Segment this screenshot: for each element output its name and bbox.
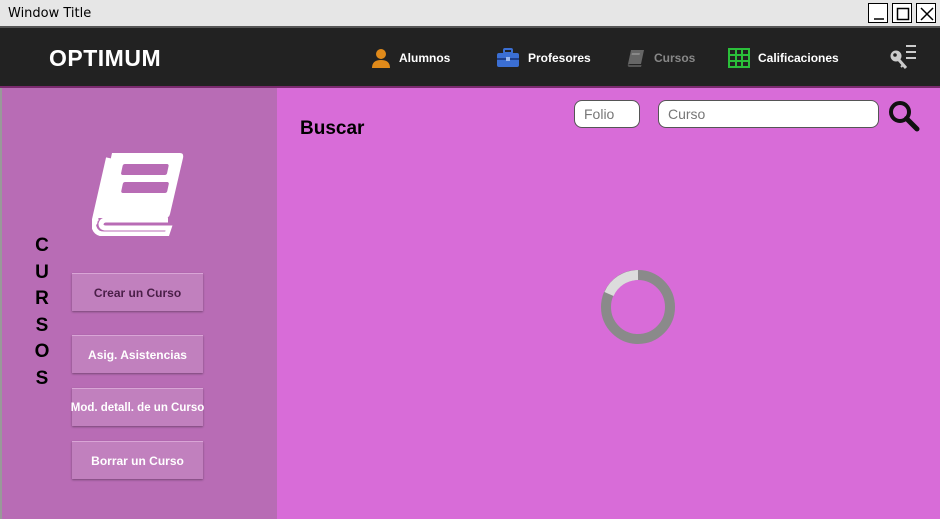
main-content: Buscar: [277, 88, 940, 519]
sidebar: CURSOS Crear un Curso Asig. Asistencias …: [0, 88, 277, 519]
create-course-button[interactable]: Crear un Curso: [72, 273, 203, 311]
folio-input[interactable]: [574, 100, 640, 128]
nav-item-profesores[interactable]: Profesores: [496, 46, 591, 70]
course-search-input[interactable]: [658, 100, 879, 128]
magnifier-icon: [889, 101, 920, 132]
nav-item-calificaciones[interactable]: Calificaciones: [728, 46, 839, 70]
settings-menu-button[interactable]: [888, 42, 918, 74]
nav-item-label: Calificaciones: [758, 51, 839, 65]
user-icon: [372, 49, 390, 68]
section-vertical-title: CURSOS: [34, 235, 50, 389]
maximize-icon: [896, 7, 910, 21]
maximize-button[interactable]: [892, 3, 912, 23]
minimize-button[interactable]: [868, 3, 888, 23]
window-title: Window Title: [8, 6, 92, 21]
brand-logo-text: OPTIMUM: [49, 45, 162, 71]
button-label: Crear un Curso: [93, 285, 182, 300]
minimize-icon: [874, 18, 884, 20]
assign-attendance-button[interactable]: Asig. Asistencias: [72, 335, 203, 373]
delete-course-button[interactable]: Borrar un Curso: [72, 441, 203, 479]
book-icon: [627, 50, 644, 67]
button-label: Borrar un Curso: [91, 453, 184, 468]
close-button[interactable]: [916, 3, 936, 23]
nav-item-cursos[interactable]: Cursos: [626, 46, 695, 70]
key-menu-icon: [890, 45, 916, 69]
search-button[interactable]: [888, 100, 920, 132]
window-titlebar: Window Title: [0, 0, 940, 28]
nav-item-alumnos[interactable]: Alumnos: [371, 46, 450, 70]
nav-item-label: Cursos: [654, 51, 696, 65]
button-label: Mod. detall. de un Curso: [70, 401, 205, 414]
button-label: Asig. Asistencias: [88, 347, 187, 362]
briefcase-icon: [497, 48, 519, 67]
book-icon: [92, 153, 184, 236]
spinner-icon: [601, 270, 675, 344]
search-heading: Buscar: [300, 118, 365, 139]
close-icon: [920, 7, 934, 21]
modify-course-details-button[interactable]: Mod. detall. de un Curso: [70, 388, 205, 426]
nav-item-label: Profesores: [528, 51, 591, 65]
nav-item-label: Alumnos: [399, 51, 451, 65]
grid-icon: [728, 48, 750, 68]
top-navbar: OPTIMUM Alumnos Profesores Cursos Califi…: [0, 28, 940, 88]
